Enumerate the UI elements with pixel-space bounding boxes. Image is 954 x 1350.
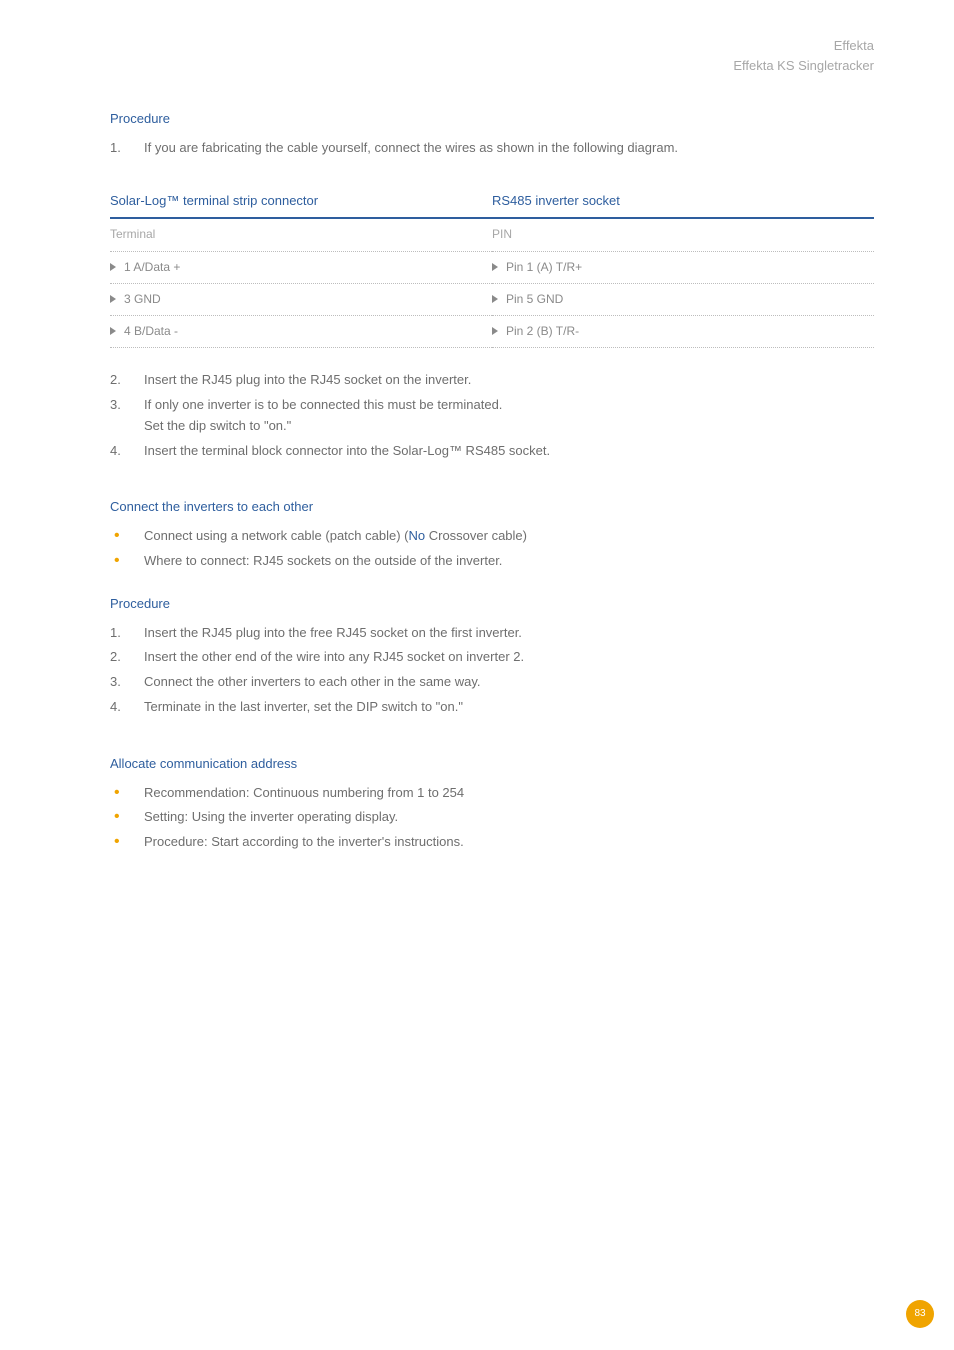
- triangle-icon: [110, 327, 116, 335]
- cell-text: Pin 5 GND: [506, 292, 563, 306]
- emph: No: [408, 528, 425, 543]
- header-line1: Effekta: [110, 36, 874, 56]
- table-row: Pin 5 GND: [492, 283, 874, 315]
- procedure1-list: If you are fabricating the cable yoursel…: [110, 138, 874, 159]
- list-item: If you are fabricating the cable yoursel…: [110, 138, 874, 159]
- cell-text: 1 A/Data +: [124, 260, 180, 274]
- triangle-icon: [110, 295, 116, 303]
- page-number-badge: 83: [906, 1300, 934, 1328]
- triangle-icon: [492, 263, 498, 271]
- procedure2-title: Procedure: [110, 594, 874, 615]
- wiring-table: Solar-Log™ terminal strip connector RS48…: [110, 185, 874, 349]
- list-item: Connect using a network cable (patch cab…: [110, 526, 874, 547]
- cell-text: 3 GND: [124, 292, 161, 306]
- triangle-icon: [492, 295, 498, 303]
- table-row: 4 B/Data -: [110, 315, 492, 347]
- list-item: Insert the RJ45 plug into the free RJ45 …: [110, 623, 874, 644]
- list-item: Setting: Using the inverter operating di…: [110, 807, 874, 828]
- list-item: Where to connect: RJ45 sockets on the ou…: [110, 551, 874, 572]
- procedure2-list: Insert the RJ45 plug into the free RJ45 …: [110, 623, 874, 718]
- triangle-icon: [492, 327, 498, 335]
- allocate-bullets: Recommendation: Continuous numbering fro…: [110, 783, 874, 853]
- header-line2: Effekta KS Singletracker: [110, 56, 874, 76]
- list-item: Recommendation: Continuous numbering fro…: [110, 783, 874, 804]
- allocate-title: Allocate communication address: [110, 754, 874, 775]
- table-row: Pin 2 (B) T/R-: [492, 315, 874, 347]
- table-sub1: Terminal: [110, 218, 492, 251]
- procedure1-title: Procedure: [110, 109, 874, 130]
- page-header: Effekta Effekta KS Singletracker: [110, 36, 874, 75]
- list-item: Terminate in the last inverter, set the …: [110, 697, 874, 718]
- cell-text: Pin 2 (B) T/R-: [506, 324, 579, 338]
- procedure1b-list: Insert the RJ45 plug into the RJ45 socke…: [110, 370, 874, 461]
- triangle-icon: [110, 263, 116, 271]
- connect-bullets: Connect using a network cable (patch cab…: [110, 526, 874, 572]
- list-item: Procedure: Start according to the invert…: [110, 832, 874, 853]
- list-item: Insert the terminal block connector into…: [110, 441, 874, 462]
- table-sub2: PIN: [492, 218, 874, 251]
- table-col1-title: Solar-Log™ terminal strip connector: [110, 185, 492, 219]
- connect-title: Connect the inverters to each other: [110, 497, 874, 518]
- table-row: 3 GND: [110, 283, 492, 315]
- list-item: If only one inverter is to be connected …: [110, 395, 874, 437]
- list-item: Connect the other inverters to each othe…: [110, 672, 874, 693]
- table-row: Pin 1 (A) T/R+: [492, 251, 874, 283]
- table-col2-title: RS485 inverter socket: [492, 185, 874, 219]
- cell-text: 4 B/Data -: [124, 324, 178, 338]
- list-item: Insert the other end of the wire into an…: [110, 647, 874, 668]
- cell-text: Pin 1 (A) T/R+: [506, 260, 582, 274]
- list-item: Insert the RJ45 plug into the RJ45 socke…: [110, 370, 874, 391]
- table-row: 1 A/Data +: [110, 251, 492, 283]
